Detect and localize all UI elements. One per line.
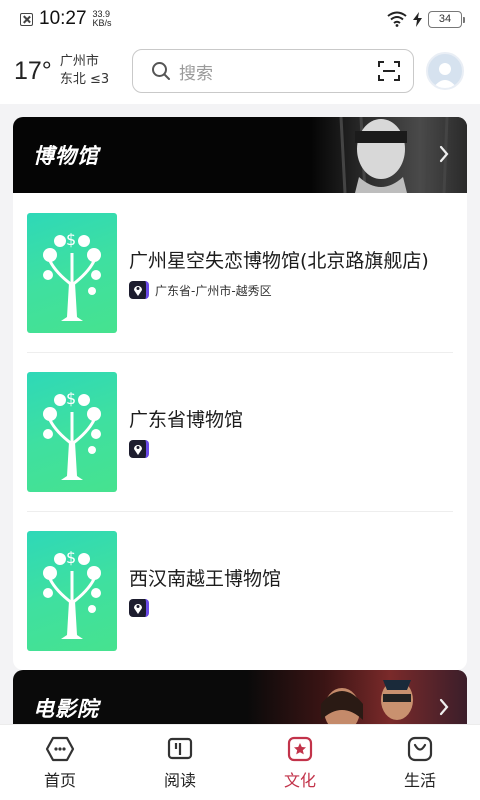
nav-label: 首页 xyxy=(43,770,76,790)
cinema-banner-image xyxy=(247,670,467,724)
museum-location xyxy=(129,440,243,458)
battery-indicator: 34 xyxy=(428,10,465,28)
charging-icon xyxy=(413,11,422,27)
museum-name: 西汉南越王博物馆 xyxy=(129,568,282,590)
museum-name: 广州星空失恋博物馆(北京路旗舰店) xyxy=(129,250,429,272)
museum-thumbnail: $ xyxy=(27,530,117,651)
nav-culture[interactable]: 文化 xyxy=(240,725,360,800)
location-pin-icon xyxy=(129,281,149,299)
temperature: 17° xyxy=(14,56,52,85)
list-item[interactable]: $ 广东省博物馆 xyxy=(13,352,467,511)
nav-read[interactable]: 阅读 xyxy=(120,725,240,800)
museum-location xyxy=(129,599,281,617)
museum-thumbnail: $ xyxy=(27,371,117,492)
museum-location: 广东省-广州市-越秀区 xyxy=(129,281,429,299)
scan-icon[interactable] xyxy=(377,60,401,82)
status-time: 10:27 xyxy=(39,8,87,29)
money-tree-icon: $ xyxy=(43,230,101,321)
avatar[interactable] xyxy=(426,52,464,90)
bottom-navigation: 首页 阅读 文化 生活 xyxy=(0,724,480,800)
nav-life[interactable]: 生活 xyxy=(360,725,480,800)
main-content: 博物馆 $ 广州星空失恋博物馆(北京路旗舰店) 广东省-广州市-越秀区 $ 广东… xyxy=(0,104,480,724)
location-text: 广东省-广州市-越秀区 xyxy=(155,283,272,298)
museum-thumbnail: $ xyxy=(27,212,117,333)
city-name: 广州市 xyxy=(59,54,99,69)
svg-text:$: $ xyxy=(66,389,76,408)
svg-text:$: $ xyxy=(66,548,76,567)
wind-info: 东北 ≤3 xyxy=(59,72,110,87)
network-speed: 33.9 KB/s xyxy=(93,10,112,28)
wifi-icon xyxy=(387,11,407,27)
list-item[interactable]: $ 广州星空失恋博物馆(北京路旗舰店) 广东省-广州市-越秀区 xyxy=(13,193,467,352)
museum-section: 博物馆 $ 广州星空失恋博物馆(北京路旗舰店) 广东省-广州市-越秀区 $ 广东… xyxy=(13,117,467,670)
culture-icon xyxy=(287,736,313,761)
status-bar: 10:27 33.9 KB/s 34 xyxy=(0,0,480,38)
chevron-right-icon xyxy=(439,145,449,163)
svg-text:$: $ xyxy=(66,230,76,249)
network-speed-unit: KB/s xyxy=(92,18,112,28)
search-input[interactable]: 搜索 xyxy=(179,59,377,84)
location-pin-icon xyxy=(129,599,149,617)
nav-label: 阅读 xyxy=(163,770,196,790)
money-tree-icon: $ xyxy=(43,548,101,639)
life-icon xyxy=(407,736,433,761)
notification-close-icon xyxy=(20,12,33,26)
weather-widget[interactable]: 17° 广州市 东北 ≤3 xyxy=(14,53,130,89)
cinema-banner[interactable]: 电影院 xyxy=(13,670,467,724)
user-avatar-icon xyxy=(433,63,457,88)
money-tree-icon: $ xyxy=(43,389,101,480)
nav-home[interactable]: 首页 xyxy=(0,725,120,800)
movie-poster-image xyxy=(321,680,413,724)
home-icon xyxy=(45,736,75,761)
top-header: 17° 广州市 东北 ≤3 搜索 xyxy=(0,38,480,104)
nav-label: 生活 xyxy=(403,770,436,790)
list-item[interactable]: $ 西汉南越王博物馆 xyxy=(13,511,467,670)
location-pin-icon xyxy=(129,440,149,458)
book-icon xyxy=(167,737,193,759)
museum-banner[interactable]: 博物馆 xyxy=(13,117,467,194)
search-bar[interactable]: 搜索 xyxy=(132,49,414,93)
nav-label: 文化 xyxy=(283,770,316,790)
search-icon xyxy=(152,62,170,80)
section-title-cinema: 电影院 xyxy=(33,697,99,721)
cinema-section: 电影院 xyxy=(13,670,467,724)
chevron-right-icon xyxy=(439,698,449,716)
section-title-museum: 博物馆 xyxy=(33,144,99,168)
museum-name: 广东省博物馆 xyxy=(129,409,244,431)
